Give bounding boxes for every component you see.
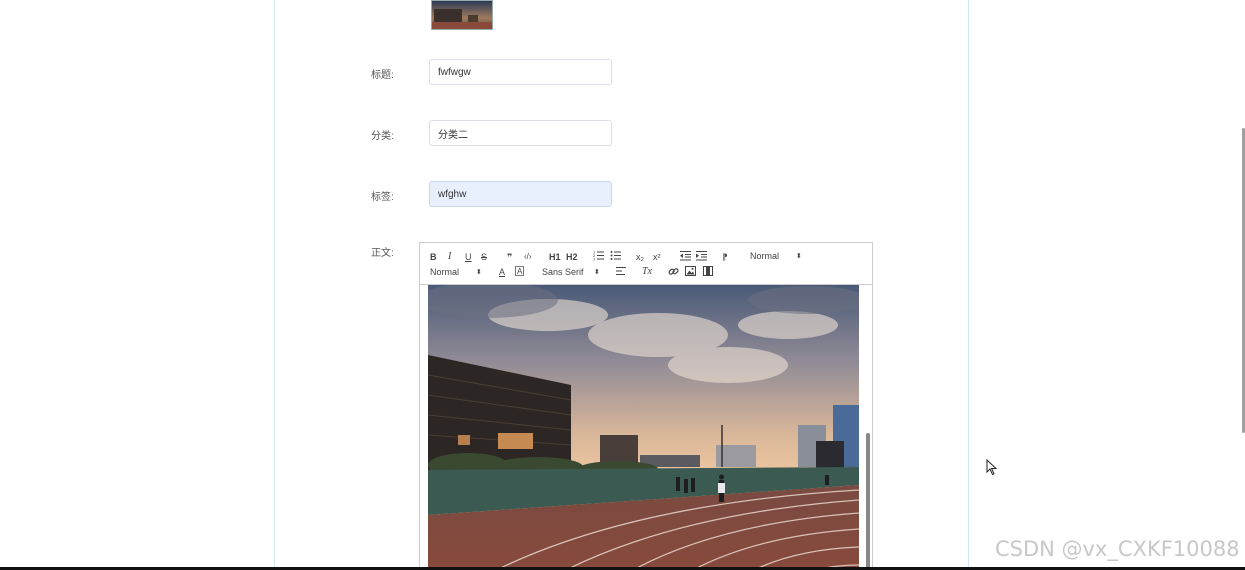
size-select[interactable]: Normal ⬍ bbox=[430, 266, 486, 278]
superscript-button[interactable]: x² bbox=[653, 251, 661, 263]
title-label: 标题: bbox=[371, 70, 394, 81]
italic-button[interactable]: I bbox=[448, 251, 451, 263]
category-input[interactable] bbox=[429, 120, 612, 146]
category-label: 分类: bbox=[371, 131, 394, 142]
indent-icon[interactable] bbox=[696, 250, 707, 262]
mouse-cursor-icon bbox=[986, 459, 998, 476]
select-arrows-icon: ⬍ bbox=[594, 269, 600, 276]
strike-button[interactable]: S bbox=[481, 251, 487, 263]
header-1-button[interactable]: H1 bbox=[549, 251, 561, 263]
svg-text:3: 3 bbox=[593, 257, 595, 261]
image-icon[interactable] bbox=[685, 266, 696, 278]
select-arrows-icon: ⬍ bbox=[476, 269, 482, 276]
video-icon[interactable] bbox=[703, 266, 713, 278]
cover-image-thumbnail[interactable] bbox=[431, 0, 493, 30]
body-label: 正文: bbox=[371, 248, 394, 259]
editor-scrollbar[interactable] bbox=[866, 433, 870, 570]
header-select-value: Normal bbox=[750, 251, 780, 261]
text-direction-button[interactable]: ⁋ bbox=[722, 251, 728, 263]
content-photo bbox=[428, 285, 859, 570]
background-color-button[interactable]: A bbox=[515, 266, 525, 276]
header-select[interactable]: Normal ⬍ bbox=[750, 250, 806, 262]
font-color-button[interactable]: A bbox=[499, 266, 505, 278]
header-2-button[interactable]: H2 bbox=[566, 251, 578, 263]
bullet-list-icon[interactable] bbox=[610, 250, 621, 262]
panel-border-right bbox=[968, 0, 969, 570]
editor-content[interactable] bbox=[428, 285, 859, 570]
blockquote-button[interactable]: ❞ bbox=[507, 251, 512, 263]
panel-border-left bbox=[274, 0, 275, 570]
link-icon[interactable] bbox=[668, 266, 679, 278]
watermark: CSDN @vx_CXKF10088 bbox=[995, 537, 1240, 561]
font-select[interactable]: Sans Serif ⬍ bbox=[542, 266, 602, 278]
align-left-icon[interactable] bbox=[616, 266, 626, 278]
tags-input[interactable] bbox=[429, 181, 612, 207]
size-select-value: Normal bbox=[430, 267, 460, 277]
select-arrows-icon: ⬍ bbox=[796, 253, 802, 260]
clean-format-button[interactable]: Tx bbox=[642, 266, 652, 278]
code-block-button[interactable]: ‹/› bbox=[524, 251, 532, 263]
page: 标题: 分类: 标签: 正文: B I U S ❞ ‹/› H1 H2 123 … bbox=[0, 0, 1245, 570]
underline-button[interactable]: U bbox=[465, 251, 472, 263]
ordered-list-icon[interactable]: 123 bbox=[593, 250, 604, 262]
title-input[interactable] bbox=[429, 59, 612, 85]
rich-text-editor: B I U S ❞ ‹/› H1 H2 123 x₂ x² ⁋ Normal ⬍… bbox=[419, 242, 873, 570]
editor-toolbar: B I U S ❞ ‹/› H1 H2 123 x₂ x² ⁋ Normal ⬍… bbox=[420, 243, 872, 285]
subscript-button[interactable]: x₂ bbox=[636, 251, 644, 263]
outdent-icon[interactable] bbox=[680, 250, 691, 262]
tags-label: 标签: bbox=[371, 192, 394, 203]
bold-button[interactable]: B bbox=[430, 251, 437, 263]
font-select-value: Sans Serif bbox=[542, 267, 584, 277]
